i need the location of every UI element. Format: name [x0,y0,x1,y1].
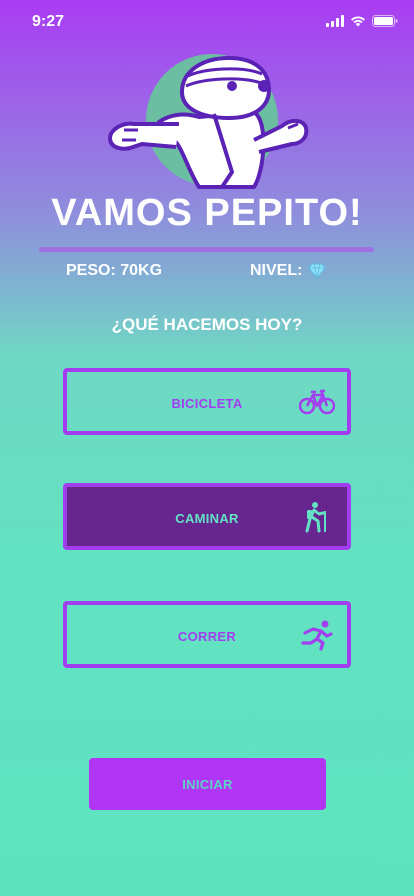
signal-icon [326,15,344,27]
start-button[interactable]: INICIAR [89,758,326,810]
runner-mascot-illustration [108,54,309,189]
bicycle-icon [299,389,335,415]
page-title: VAMOS PEPITO! [51,192,363,234]
option-bicicleta[interactable]: BICICLETA [63,368,351,435]
status-bar: 9:27 [0,0,414,44]
hiking-icon [305,502,326,533]
status-icons [326,15,398,27]
battery-icon [372,15,398,27]
status-time: 9:27 [32,13,65,30]
option-caminar[interactable]: CAMINAR [63,483,351,550]
weight-stat: PESO: 70KG [66,262,163,279]
diamond-icon [308,263,327,279]
stats-row: PESO: 70KG NIVEL: [66,260,346,284]
activity-question: ¿QUÉ HACEMOS HOY? [111,315,303,334]
level-stat: NIVEL: [250,262,327,280]
level-label: NIVEL: [250,262,303,279]
running-icon [301,620,333,651]
wifi-icon [351,16,365,27]
option-correr[interactable]: CORRER [63,601,351,668]
title-divider [39,247,374,252]
